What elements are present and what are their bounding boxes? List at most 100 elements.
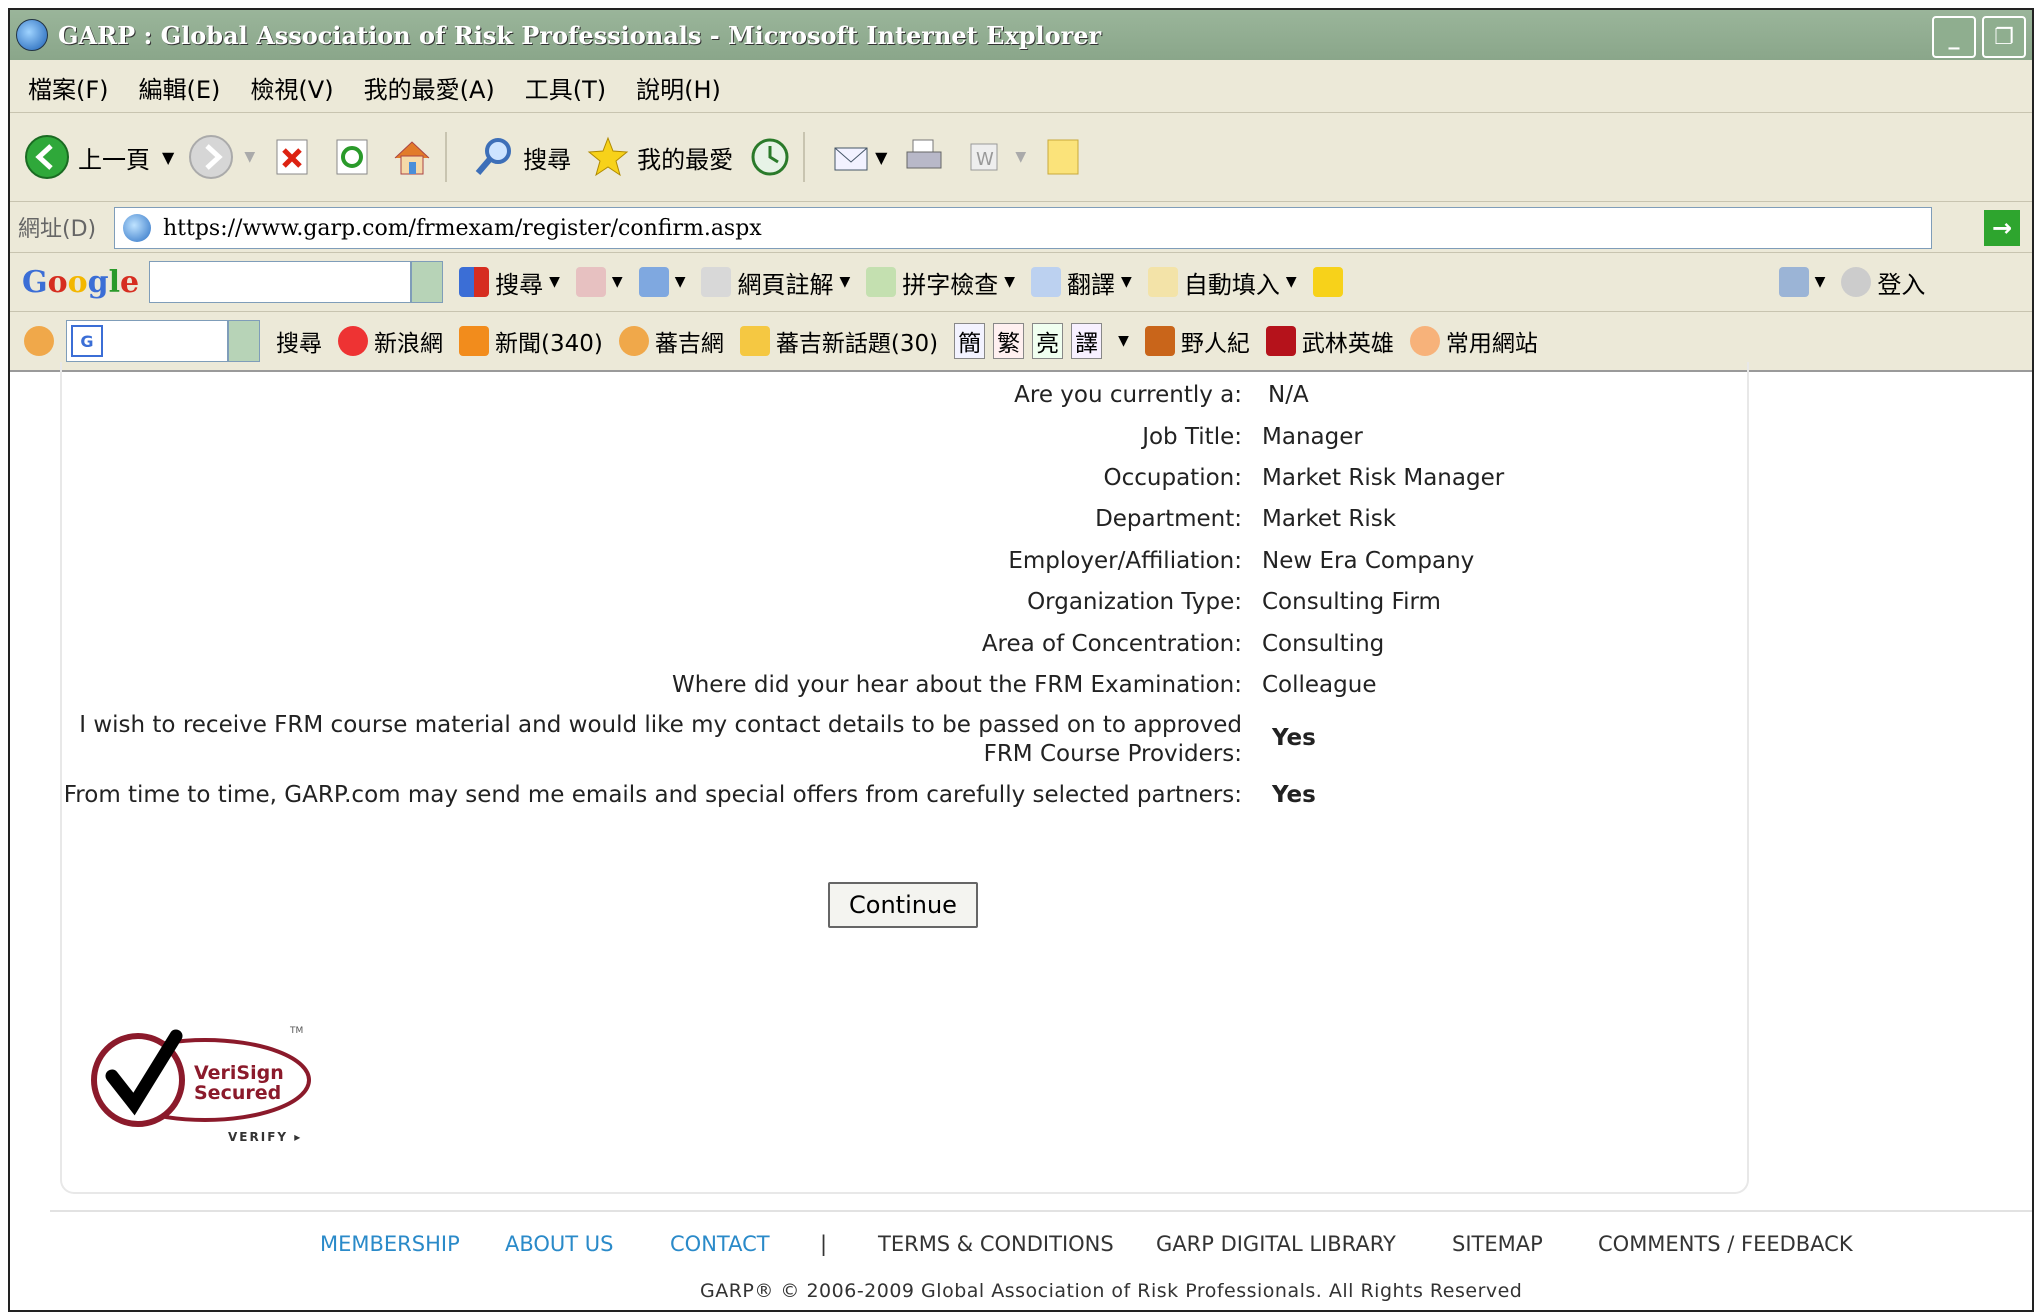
menu-help[interactable]: 說明(H) xyxy=(636,70,721,105)
footer-link-about[interactable]: ABOUT US xyxy=(505,1232,614,1256)
translate-button[interactable]: 翻譯 ▼ xyxy=(1031,265,1132,300)
field-label: Are you currently a: xyxy=(1014,382,1242,408)
link-label: 新浪網 xyxy=(374,331,443,357)
chevron-down-icon[interactable]: ▼ xyxy=(839,274,850,290)
favorites-button[interactable]: 我的最愛 xyxy=(585,134,733,180)
verisign-verify[interactable]: VERIFY ▸ xyxy=(228,1130,302,1144)
stop-icon xyxy=(276,139,308,175)
printer-icon xyxy=(906,139,942,169)
back-button[interactable]: 上一頁 ▼ xyxy=(24,134,174,180)
menu-bar: 檔案(F) 編輯(E) 檢視(V) 我的最愛(A) 工具(T) 說明(H) xyxy=(10,62,2032,113)
restore-button[interactable]: ❐ xyxy=(1982,16,2026,58)
standard-toolbar: 上一頁 ▼ ▼ 搜尋 我的最愛 ▼ W ▼ xyxy=(10,113,2032,202)
field-label: Employer/Affiliation: xyxy=(1008,548,1242,574)
chevron-down-icon[interactable]: ▼ xyxy=(675,274,686,290)
link-fanji[interactable]: 蕃吉網 xyxy=(618,324,724,358)
footer-link-terms[interactable]: TERMS & CONDITIONS xyxy=(878,1232,1114,1256)
search-button[interactable]: 搜尋 xyxy=(471,134,571,180)
footer-link-contact[interactable]: CONTACT xyxy=(670,1232,770,1256)
address-url[interactable]: https://www.garp.com/frmexam/register/co… xyxy=(163,216,762,241)
chevron-down-icon[interactable]: ▼ xyxy=(1118,333,1129,349)
field-value: Colleague xyxy=(1262,672,1377,698)
search-label: 搜尋 xyxy=(523,145,572,174)
signin-button[interactable]: 登入 xyxy=(1841,265,1925,300)
link-wulin[interactable]: 武林英雄 xyxy=(1265,324,1394,358)
link-label: 常用網站 xyxy=(1445,331,1538,357)
print-button[interactable] xyxy=(901,134,947,180)
links-search-button[interactable]: 搜尋 xyxy=(276,324,322,358)
mail-button[interactable]: ▼ xyxy=(829,134,887,180)
favorites-label: 我的最愛 xyxy=(637,145,734,174)
chevron-down-icon[interactable]: ▼ xyxy=(1015,149,1026,165)
home-icon xyxy=(394,141,430,175)
chevron-down-icon[interactable]: ▼ xyxy=(875,148,887,167)
address-input[interactable]: https://www.garp.com/frmexam/register/co… xyxy=(114,207,1932,249)
chevron-down-icon[interactable]: ▼ xyxy=(1815,274,1826,290)
stop-button[interactable] xyxy=(269,134,315,180)
link-simplified[interactable]: 簡 xyxy=(954,323,986,359)
fox-icon xyxy=(618,326,649,356)
spellcheck-button[interactable]: 拼字檢查 ▼ xyxy=(866,265,1015,300)
annotate-label: 網頁註解 xyxy=(737,270,834,299)
link-news[interactable]: 新聞(340) xyxy=(459,324,603,358)
footer-link-sitemap[interactable]: SITEMAP xyxy=(1452,1232,1543,1256)
field-label: Area of Concentration: xyxy=(981,631,1242,657)
annotate-button[interactable]: 網頁註解 ▼ xyxy=(701,265,850,300)
go-button[interactable]: → xyxy=(1984,210,2020,246)
back-arrow-icon xyxy=(25,135,69,179)
link-common-sites[interactable]: 常用網站 xyxy=(1409,324,1538,358)
menu-edit[interactable]: 編輯(E) xyxy=(139,70,221,105)
continue-button[interactable]: Continue xyxy=(828,882,978,928)
settings-button[interactable]: ▼ xyxy=(1778,267,1826,297)
home-button[interactable] xyxy=(389,134,435,180)
forward-button[interactable]: ▼ xyxy=(188,134,255,180)
chevron-down-icon[interactable]: ▼ xyxy=(1121,274,1132,290)
google-search-dropdown[interactable] xyxy=(411,261,444,303)
field-label: Department: xyxy=(1095,506,1242,532)
footer-link-library[interactable]: GARP DIGITAL LIBRARY xyxy=(1156,1232,1396,1256)
edit-button[interactable]: W ▼ xyxy=(961,134,1026,180)
google-news-button[interactable]: ▼ xyxy=(575,267,623,297)
refresh-button[interactable] xyxy=(329,134,375,180)
toolbar-separator xyxy=(445,132,448,182)
footer-link-feedback[interactable]: COMMENTS / FEEDBACK xyxy=(1598,1232,1853,1256)
chevron-down-icon[interactable]: ▼ xyxy=(612,274,623,290)
notes-button[interactable] xyxy=(1040,134,1086,180)
menu-file[interactable]: 檔案(F) xyxy=(28,70,109,105)
link-bright[interactable]: 亮 xyxy=(1032,323,1064,359)
highlight-button[interactable] xyxy=(1312,267,1349,297)
link-yeren[interactable]: 野人紀 xyxy=(1144,324,1250,358)
chevron-down-icon[interactable]: ▼ xyxy=(162,148,174,167)
highlighter-icon xyxy=(1312,267,1343,297)
consent-value-2: Yes xyxy=(1272,782,1316,808)
menu-tools[interactable]: 工具(T) xyxy=(525,70,606,105)
footer-nav: MEMBERSHIP ABOUT US CONTACT | TERMS & CO… xyxy=(10,1232,2032,1268)
menu-favorites[interactable]: 我的最愛(A) xyxy=(364,70,495,105)
link-translate[interactable]: 譯 xyxy=(1071,323,1103,359)
google-search-button[interactable]: 搜尋 ▼ xyxy=(459,265,560,300)
chevron-down-icon[interactable]: ▼ xyxy=(1004,274,1015,290)
svg-text:W: W xyxy=(976,149,994,170)
links-search-input[interactable]: G xyxy=(66,320,228,362)
history-button[interactable] xyxy=(747,134,793,180)
link-fanji-topics[interactable]: 蕃吉新話題(30) xyxy=(739,324,938,358)
chevron-down-icon[interactable]: ▼ xyxy=(549,274,560,290)
link-traditional[interactable]: 繁 xyxy=(993,323,1025,359)
wulin-icon xyxy=(1265,326,1296,356)
link-sina[interactable]: 新浪網 xyxy=(338,324,443,358)
consent-label-2: From time to time, GARP.com may send me … xyxy=(63,782,1242,808)
autofill-button[interactable]: 自動填入 ▼ xyxy=(1147,265,1297,300)
google-search-input[interactable] xyxy=(149,261,412,303)
back-label: 上一頁 xyxy=(78,145,150,174)
footer-link-membership[interactable]: MEMBERSHIP xyxy=(320,1232,460,1256)
google-add-button[interactable]: ▼ xyxy=(638,267,686,297)
chevron-down-icon[interactable]: ▼ xyxy=(1286,274,1297,290)
history-icon xyxy=(751,138,789,176)
verisign-seal[interactable]: VeriSign Secured TM VERIFY ▸ xyxy=(90,1018,320,1148)
chevron-down-icon[interactable]: ▼ xyxy=(244,149,255,165)
minimize-button[interactable]: _ xyxy=(1932,16,1976,58)
link-label: 新聞(340) xyxy=(495,331,603,357)
menu-view[interactable]: 檢視(V) xyxy=(250,70,333,105)
translate-label: 翻譯 xyxy=(1067,270,1116,299)
links-search-dropdown[interactable] xyxy=(228,320,260,362)
